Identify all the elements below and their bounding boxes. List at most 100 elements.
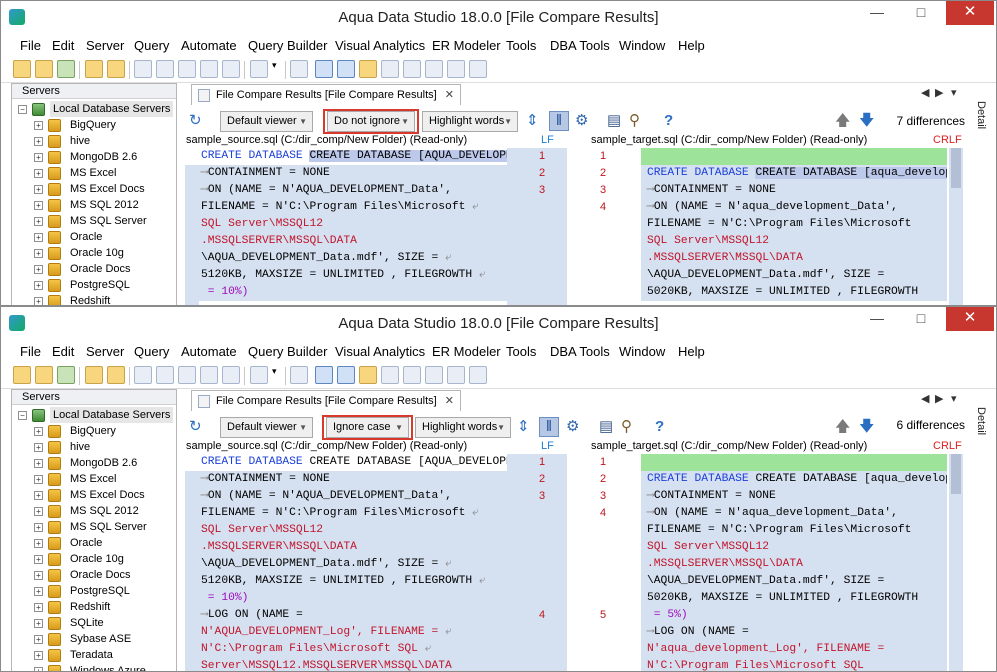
expand-icon[interactable]: + bbox=[34, 185, 43, 194]
connect-icon[interactable] bbox=[85, 60, 103, 78]
help-icon[interactable]: ? bbox=[664, 113, 673, 129]
collapse-icon[interactable]: − bbox=[18, 411, 27, 420]
next-difference-icon[interactable]: 🡇 bbox=[859, 419, 874, 435]
menu-automate[interactable]: Automate bbox=[181, 38, 237, 53]
next-difference-icon[interactable]: 🡇 bbox=[859, 113, 874, 129]
layout-horizontal-icon[interactable] bbox=[381, 60, 399, 78]
target-pane[interactable]: CREATE DATABASE CREATE DATABASE [aqua_de… bbox=[641, 148, 947, 305]
layout-grid-icon[interactable] bbox=[315, 366, 333, 384]
disconnect-icon[interactable] bbox=[107, 60, 125, 78]
find-icon[interactable]: ⚲ bbox=[621, 419, 632, 435]
expand-icon[interactable]: + bbox=[34, 427, 43, 436]
gear-icon[interactable]: ⚙ bbox=[575, 113, 588, 129]
dropdown-arrow-icon[interactable]: ▾ bbox=[272, 60, 282, 78]
new-server-icon[interactable] bbox=[13, 366, 31, 384]
chart-icon[interactable] bbox=[469, 366, 487, 384]
edit-server-icon[interactable] bbox=[35, 366, 53, 384]
layout-grid-icon[interactable] bbox=[315, 60, 333, 78]
query-analyzer-icon[interactable] bbox=[134, 60, 152, 78]
menu-er-modeler[interactable]: ER Modeler bbox=[432, 344, 501, 359]
expand-icon[interactable]: + bbox=[34, 265, 43, 274]
case-option-select[interactable]: Ignore case ▼ bbox=[326, 417, 409, 438]
maximize-button[interactable]: □ bbox=[905, 307, 937, 331]
layout-tile-icon[interactable] bbox=[337, 366, 355, 384]
expand-icon[interactable]: + bbox=[34, 555, 43, 564]
vertical-scrollbar[interactable] bbox=[949, 148, 963, 305]
highlight-select[interactable]: Highlight words ▼ bbox=[422, 111, 518, 132]
tab-list-icon[interactable]: ▾ bbox=[951, 392, 957, 405]
prev-difference-icon[interactable]: 🡅 bbox=[835, 113, 850, 129]
minimize-button[interactable]: — bbox=[861, 307, 893, 331]
collapse-lines-icon[interactable]: ⇕ bbox=[517, 419, 530, 435]
menu-help[interactable]: Help bbox=[678, 38, 705, 53]
results-icon[interactable] bbox=[200, 60, 218, 78]
expand-icon[interactable]: + bbox=[34, 137, 43, 146]
menu-visual-analytics[interactable]: Visual Analytics bbox=[335, 38, 425, 53]
menu-query[interactable]: Query bbox=[134, 38, 169, 53]
query-analyzer-icon[interactable] bbox=[134, 366, 152, 384]
maximize-button[interactable]: □ bbox=[905, 1, 937, 25]
collapse-lines-icon[interactable]: ⇕ bbox=[526, 113, 539, 129]
source-pane[interactable]: CREATE DATABASE CREATE DATABASE [AQUA_DE… bbox=[185, 148, 507, 305]
layout-vertical-icon[interactable] bbox=[403, 60, 421, 78]
tab-list-icon[interactable]: ▾ bbox=[951, 86, 957, 99]
new-server-icon[interactable] bbox=[13, 60, 31, 78]
expand-icon[interactable]: + bbox=[34, 539, 43, 548]
menu-visual-analytics[interactable]: Visual Analytics bbox=[335, 344, 425, 359]
find-icon[interactable]: ⚲ bbox=[629, 113, 640, 129]
refresh-icon[interactable]: ↻ bbox=[189, 113, 202, 129]
expand-icon[interactable]: + bbox=[34, 281, 43, 290]
menu-help[interactable]: Help bbox=[678, 344, 705, 359]
disconnect-icon[interactable] bbox=[107, 366, 125, 384]
target-pane[interactable]: CREATE DATABASE CREATE DATABASE [aqua_de… bbox=[641, 454, 947, 671]
layout-panel-icon[interactable] bbox=[447, 366, 465, 384]
side-by-side-icon[interactable]: ‖ bbox=[549, 111, 569, 131]
layout-split-icon[interactable] bbox=[425, 60, 443, 78]
expand-icon[interactable]: + bbox=[34, 507, 43, 516]
menu-er-modeler[interactable]: ER Modeler bbox=[432, 38, 501, 53]
detail-panel-toggle[interactable]: Detail bbox=[969, 407, 987, 447]
expand-icon[interactable]: + bbox=[34, 635, 43, 644]
menu-edit[interactable]: Edit bbox=[52, 344, 74, 359]
document-icon[interactable] bbox=[250, 60, 268, 78]
save-icon[interactable] bbox=[222, 366, 240, 384]
layout-vertical-icon[interactable] bbox=[403, 366, 421, 384]
expand-icon[interactable]: + bbox=[34, 121, 43, 130]
layout-cascade-icon[interactable] bbox=[359, 366, 377, 384]
detail-panel-toggle[interactable]: Detail bbox=[969, 101, 987, 141]
close-button[interactable]: ✕ bbox=[946, 307, 994, 331]
compare-icon[interactable] bbox=[178, 366, 196, 384]
register-server-icon[interactable] bbox=[57, 60, 75, 78]
viewer-select[interactable]: Default viewer ▼ bbox=[220, 111, 313, 132]
expand-icon[interactable]: + bbox=[34, 233, 43, 242]
menu-query-builder[interactable]: Query Builder bbox=[248, 38, 327, 53]
expand-icon[interactable]: + bbox=[34, 523, 43, 532]
source-pane[interactable]: CREATE DATABASE CREATE DATABASE [AQUA_DE… bbox=[185, 454, 507, 671]
document-icon[interactable] bbox=[250, 366, 268, 384]
schema-browser-icon[interactable] bbox=[156, 60, 174, 78]
tab-prev-icon[interactable]: ◀ bbox=[921, 392, 929, 405]
menu-query-builder[interactable]: Query Builder bbox=[248, 344, 327, 359]
prev-difference-icon[interactable]: 🡅 bbox=[835, 419, 850, 435]
notes-icon[interactable] bbox=[290, 60, 308, 78]
gear-icon[interactable]: ⚙ bbox=[566, 419, 579, 435]
menu-query[interactable]: Query bbox=[134, 344, 169, 359]
highlight-select[interactable]: Highlight words ▼ bbox=[415, 417, 511, 438]
layout-horizontal-icon[interactable] bbox=[381, 366, 399, 384]
close-tab-icon[interactable]: ✕ bbox=[445, 89, 454, 101]
results-icon[interactable] bbox=[200, 366, 218, 384]
edit-server-icon[interactable] bbox=[35, 60, 53, 78]
expand-icon[interactable]: + bbox=[34, 443, 43, 452]
save-icon[interactable] bbox=[222, 60, 240, 78]
save-icon[interactable]: ▤ bbox=[599, 419, 613, 435]
expand-icon[interactable]: + bbox=[34, 249, 43, 258]
tab-file-compare[interactable]: File Compare Results [File Compare Resul… bbox=[191, 390, 461, 411]
menu-tools[interactable]: Tools bbox=[506, 344, 536, 359]
expand-icon[interactable]: + bbox=[34, 475, 43, 484]
menu-file[interactable]: File bbox=[20, 38, 41, 53]
refresh-icon[interactable]: ↻ bbox=[189, 419, 202, 435]
notes-icon[interactable] bbox=[290, 366, 308, 384]
expand-icon[interactable]: + bbox=[34, 619, 43, 628]
layout-tile-icon[interactable] bbox=[337, 60, 355, 78]
expand-icon[interactable]: + bbox=[34, 651, 43, 660]
